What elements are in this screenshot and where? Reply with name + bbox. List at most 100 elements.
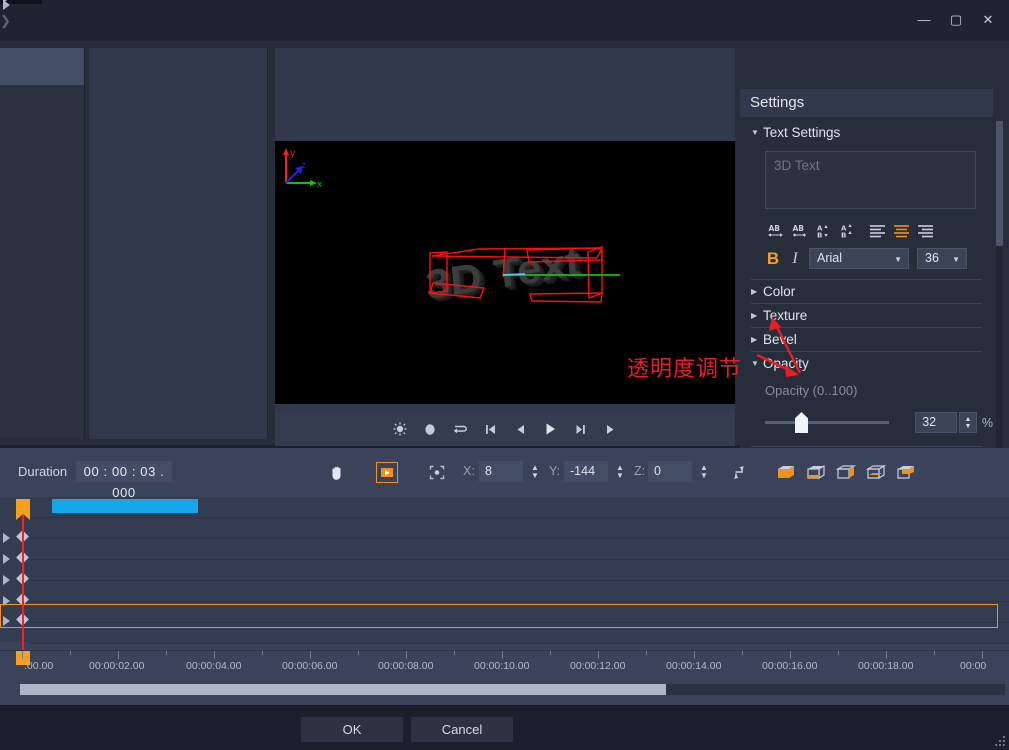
table-row[interactable] bbox=[30, 560, 1009, 581]
align-right-icon[interactable] bbox=[915, 222, 935, 240]
go-to-end-icon[interactable] bbox=[600, 419, 620, 439]
letter-spacing-condense-icon[interactable]: AB bbox=[789, 222, 809, 240]
font-size-value: 36 bbox=[925, 249, 939, 268]
axis-z-stepper[interactable]: ▲▼ bbox=[696, 461, 712, 482]
cancel-button[interactable]: Cancel bbox=[411, 717, 513, 742]
maximize-button[interactable]: ▢ bbox=[943, 8, 969, 32]
svg-text:B: B bbox=[841, 232, 846, 240]
settings-scrollbar-thumb[interactable] bbox=[996, 121, 1003, 246]
section-header-opacity[interactable]: ▼ Opacity bbox=[740, 352, 993, 375]
timeline-clip[interactable] bbox=[52, 499, 198, 513]
transport-controls bbox=[275, 412, 735, 446]
section-label-color: Color bbox=[763, 284, 795, 299]
axis-z-input[interactable]: 0 bbox=[648, 461, 692, 482]
table-row[interactable] bbox=[30, 602, 1009, 623]
section-header-texture[interactable]: ▶ Texture bbox=[740, 304, 993, 327]
font-size-select[interactable]: 36 ▼ bbox=[917, 248, 967, 269]
table-row[interactable] bbox=[30, 623, 1009, 644]
reset-transform-icon[interactable] bbox=[728, 462, 750, 483]
ruler-tick-label: 00:00:08.00 bbox=[378, 660, 433, 672]
section-header-text-settings[interactable]: ▼ Text Settings bbox=[740, 121, 993, 144]
track-expand-arrow[interactable] bbox=[3, 616, 10, 626]
ruler-tick-label: 00:00:18.00 bbox=[858, 660, 913, 672]
workspace: y x z 3D Text bbox=[0, 41, 1009, 445]
text-format-toolbar: AB AB AB AB bbox=[765, 222, 993, 240]
opacity-slider[interactable] bbox=[765, 421, 889, 424]
opacity-slider-handle[interactable] bbox=[795, 412, 808, 433]
stepper-down-icon[interactable]: ▼ bbox=[616, 472, 624, 480]
panel-divider-1[interactable] bbox=[84, 48, 85, 439]
playhead-handle[interactable] bbox=[16, 499, 30, 514]
section-header-bevel[interactable]: ▶ Bevel bbox=[740, 328, 993, 351]
left-panel-header[interactable] bbox=[0, 48, 84, 85]
track-expand-arrow[interactable] bbox=[3, 575, 10, 585]
minimize-button[interactable]: — bbox=[911, 8, 937, 32]
axis-y-input[interactable]: -144 bbox=[564, 461, 608, 482]
view-top-icon[interactable] bbox=[865, 462, 887, 482]
snapshot-icon[interactable] bbox=[390, 419, 410, 439]
resize-grip[interactable] bbox=[995, 736, 1005, 746]
focus-target-icon[interactable] bbox=[426, 462, 448, 483]
timeline-ruler[interactable]: :00.00 00:00:02.00 00:00:04.00 00:00:06.… bbox=[0, 650, 1009, 678]
align-center-icon[interactable] bbox=[891, 222, 911, 240]
settings-scrollbar[interactable] bbox=[996, 121, 1003, 486]
timeline-hscrollbar-thumb[interactable] bbox=[20, 684, 666, 695]
chevron-down-icon: ▼ bbox=[952, 250, 960, 269]
settings-panel: Settings ▼ Text Settings AB AB AB bbox=[740, 89, 1009, 486]
ruler-tick-label: 00:00:04.00 bbox=[186, 660, 241, 672]
timeline-hscrollbar[interactable] bbox=[20, 684, 1005, 695]
chevron-down-icon: ▼ bbox=[751, 128, 763, 137]
table-row[interactable] bbox=[30, 581, 1009, 602]
go-to-start-icon[interactable] bbox=[480, 419, 500, 439]
section-header-color[interactable]: ▶ Color bbox=[740, 280, 993, 303]
view-back-icon[interactable] bbox=[895, 462, 917, 482]
view-bottom-icon[interactable] bbox=[805, 462, 827, 482]
move-object-selection-border bbox=[376, 462, 398, 483]
ok-button[interactable]: OK bbox=[301, 717, 403, 742]
stepper-down-icon[interactable]: ▼ bbox=[700, 472, 708, 480]
axis-x-stepper[interactable]: ▲▼ bbox=[527, 461, 543, 482]
collapse-arrow-icon[interactable]: ❯ bbox=[0, 14, 10, 28]
svg-text:AB: AB bbox=[792, 224, 804, 233]
play-icon[interactable] bbox=[540, 419, 560, 439]
stepper-down-icon[interactable]: ▼ bbox=[531, 472, 539, 480]
step-back-icon[interactable] bbox=[510, 419, 530, 439]
ruler-tick-label: :00.00 bbox=[24, 660, 53, 672]
annotation-label: 透明度调节 bbox=[627, 351, 742, 383]
section-label-texture: Texture bbox=[763, 308, 807, 323]
timeline-hscroll-area bbox=[0, 680, 1009, 705]
opacity-stepper[interactable]: ▲ ▼ bbox=[959, 412, 977, 433]
track-expand-arrow[interactable] bbox=[3, 554, 10, 564]
chevron-right-icon: ▶ bbox=[751, 311, 763, 320]
view-front-icon[interactable] bbox=[775, 462, 797, 482]
italic-button[interactable]: I bbox=[789, 250, 801, 268]
duration-value-input[interactable]: 00 : 00 : 03 . 000 bbox=[76, 461, 172, 482]
opacity-value-input[interactable]: 32 bbox=[915, 412, 957, 433]
step-forward-icon[interactable] bbox=[570, 419, 590, 439]
view-right-icon[interactable] bbox=[835, 462, 857, 482]
bold-button[interactable]: B bbox=[765, 249, 781, 269]
track-expand-arrow[interactable] bbox=[3, 533, 10, 543]
close-button[interactable]: ✕ bbox=[975, 8, 1001, 32]
align-left-icon[interactable] bbox=[867, 222, 887, 240]
text-input-textarea[interactable] bbox=[765, 151, 976, 209]
font-family-select[interactable]: Arial ▼ bbox=[809, 248, 909, 269]
pan-hand-icon[interactable] bbox=[326, 462, 348, 483]
ruler-tick-label: 00:00:06.00 bbox=[282, 660, 337, 672]
table-row[interactable] bbox=[30, 497, 1009, 518]
stepper-up-icon[interactable]: ▲ bbox=[964, 416, 971, 423]
playhead-line[interactable] bbox=[22, 500, 24, 652]
table-row[interactable] bbox=[30, 539, 1009, 560]
table-row[interactable] bbox=[30, 518, 1009, 539]
loop-icon[interactable] bbox=[450, 419, 470, 439]
panel-divider-2[interactable] bbox=[267, 48, 268, 439]
axis-y-stepper[interactable]: ▲▼ bbox=[612, 461, 628, 482]
track-expand-arrow[interactable] bbox=[3, 596, 10, 606]
render-preview-icon[interactable] bbox=[420, 419, 440, 439]
letter-spacing-expand-icon[interactable]: AB bbox=[765, 222, 785, 240]
stepper-down-icon[interactable]: ▼ bbox=[964, 423, 971, 430]
section-label-bevel: Bevel bbox=[763, 332, 797, 347]
line-spacing-decrease-icon[interactable]: AB bbox=[813, 222, 833, 240]
line-spacing-increase-icon[interactable]: AB bbox=[837, 222, 857, 240]
opacity-unit-label: % bbox=[982, 416, 993, 430]
